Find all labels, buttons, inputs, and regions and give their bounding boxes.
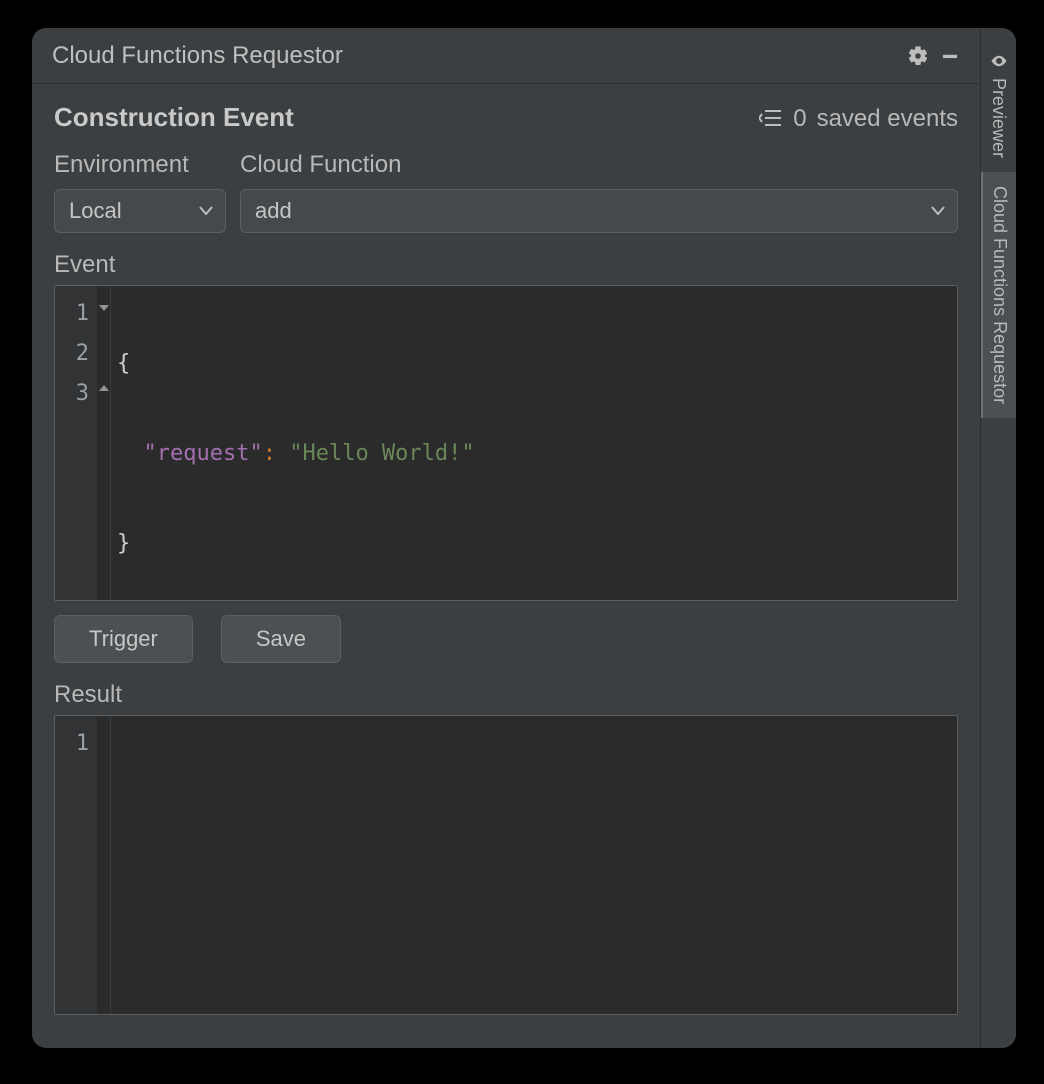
json-value: "Hello World!" <box>289 441 474 466</box>
line-number: 1 <box>55 294 89 334</box>
fold-column <box>97 716 111 1014</box>
saved-events-count: 0 <box>793 105 806 133</box>
cloud-function-label: Cloud Function <box>240 151 401 179</box>
gear-icon[interactable] <box>902 40 934 72</box>
saved-events-icon <box>759 107 783 135</box>
minimize-icon[interactable] <box>934 40 966 72</box>
header-row: Construction Event 0 saved events <box>54 102 958 133</box>
cloud-function-select[interactable]: add <box>240 189 958 233</box>
trigger-button[interactable]: Trigger <box>54 615 193 663</box>
save-button[interactable]: Save <box>221 615 341 663</box>
cloud-function-value: add <box>255 198 292 224</box>
environment-value: Local <box>69 198 122 224</box>
event-gutter: 1 2 3 <box>55 286 97 600</box>
tab-cloud-functions-requestor[interactable]: Cloud Functions Requestor <box>981 172 1016 418</box>
fold-close-icon[interactable] <box>98 382 110 394</box>
chevron-down-icon <box>931 206 945 216</box>
saved-events-label: saved events <box>817 105 958 133</box>
result-editor[interactable]: 1 <box>54 715 958 1015</box>
event-label: Event <box>54 251 958 279</box>
line-number: 1 <box>55 724 89 764</box>
side-tab-bar: Previewer Cloud Functions Requestor <box>980 28 1016 1048</box>
tab-requestor-label: Cloud Functions Requestor <box>989 186 1010 404</box>
tool-window: Cloud Functions Requestor Construction E… <box>32 28 1016 1048</box>
result-gutter: 1 <box>55 716 97 1014</box>
fold-column <box>97 286 111 600</box>
saved-events-button[interactable]: 0 saved events <box>759 105 958 133</box>
line-number: 2 <box>55 334 89 374</box>
titlebar: Cloud Functions Requestor <box>32 28 980 84</box>
section-title: Construction Event <box>54 102 759 133</box>
event-editor[interactable]: 1 2 3 { "request": "Hello World!" } <box>54 285 958 601</box>
combo-labels-row: Environment Cloud Function <box>54 151 958 179</box>
chevron-down-icon <box>199 206 213 216</box>
combos-row: Local add <box>54 189 958 233</box>
result-line <box>117 774 947 814</box>
eye-icon <box>988 52 1009 70</box>
fold-open-icon[interactable] <box>98 302 110 314</box>
result-label: Result <box>54 681 958 709</box>
result-code[interactable] <box>111 716 957 1014</box>
tab-previewer-label: Previewer <box>988 78 1009 158</box>
main-column: Cloud Functions Requestor Construction E… <box>32 28 980 1048</box>
button-row: Trigger Save <box>54 615 958 663</box>
environment-label: Environment <box>54 151 240 179</box>
line-number: 3 <box>55 374 89 414</box>
event-code[interactable]: { "request": "Hello World!" } <box>111 286 957 600</box>
window-title: Cloud Functions Requestor <box>52 42 902 70</box>
environment-select[interactable]: Local <box>54 189 226 233</box>
content-area: Construction Event 0 saved events Enviro… <box>32 84 980 1048</box>
tab-previewer[interactable]: Previewer <box>981 38 1016 172</box>
json-key: "request" <box>144 441 263 466</box>
